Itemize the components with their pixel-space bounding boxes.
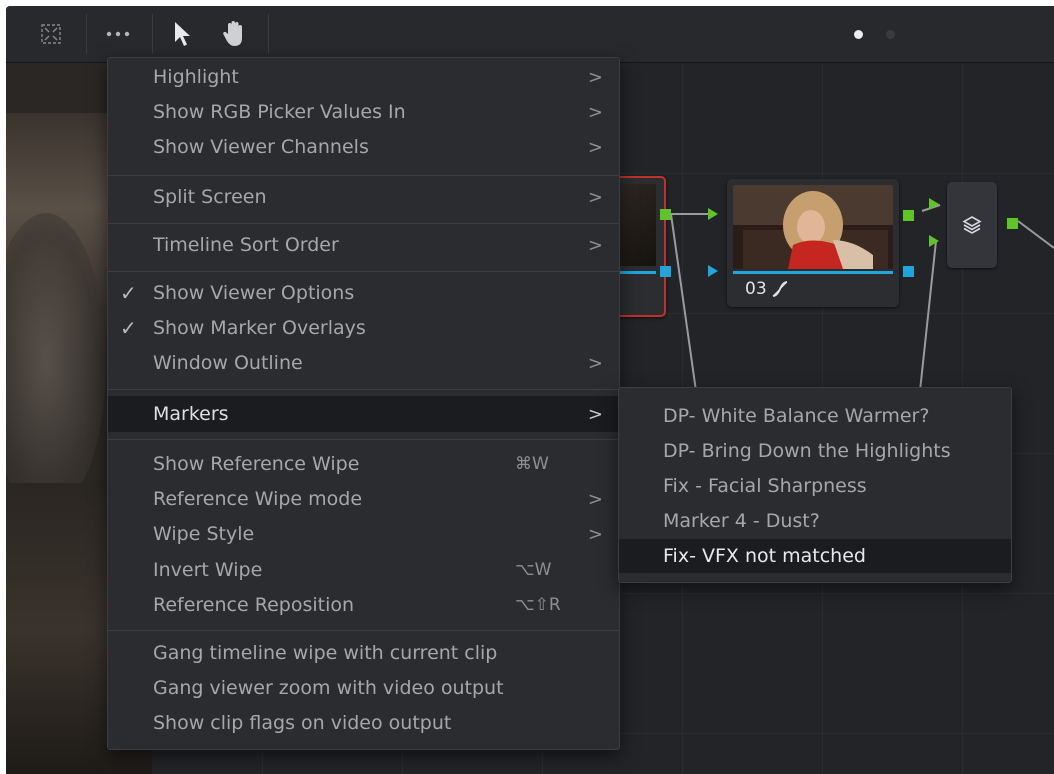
hand-icon[interactable] <box>216 14 252 54</box>
node-03-output-pin[interactable] <box>903 210 914 221</box>
menu-item-reference-reposition[interactable]: Reference Reposition ⌥⇧R <box>108 588 619 622</box>
menu-item-show-viewer-channels[interactable]: Show Viewer Channels > <box>108 130 619 164</box>
curves-icon <box>772 281 788 297</box>
menu-separator <box>108 223 619 224</box>
menu-item-reference-wipe-mode[interactable]: Reference Wipe mode > <box>108 482 619 516</box>
chevron-right-icon: > <box>587 66 603 88</box>
marker-item[interactable]: DP- Bring Down the Highlights <box>619 434 1011 468</box>
node-03-key-output-pin[interactable] <box>903 266 914 277</box>
toolbar-separator <box>152 14 153 54</box>
node-03-input-pin[interactable] <box>708 208 718 220</box>
menu-item-timeline-sort-order[interactable]: Timeline Sort Order > <box>108 228 619 262</box>
menu-item-gang-viewer-zoom[interactable]: Gang viewer zoom with video output <box>108 671 619 705</box>
chevron-right-icon: > <box>587 234 603 256</box>
menu-item-split-screen[interactable]: Split Screen > <box>108 180 619 214</box>
chevron-right-icon: > <box>587 352 603 374</box>
menu-item-show-rgb-picker-values[interactable]: Show RGB Picker Values In > <box>108 95 619 129</box>
checkmark-icon: ✓ <box>120 281 137 305</box>
page-indicator-dot[interactable] <box>886 30 895 39</box>
layers-icon <box>962 216 982 234</box>
node-editor-toolbar <box>6 6 1054 63</box>
viewer-options-menu: Highlight > Show RGB Picker Values In > … <box>107 57 620 750</box>
node-02-output-pin[interactable] <box>660 209 671 220</box>
more-options-icon[interactable] <box>94 14 142 54</box>
marker-item[interactable]: DP- White Balance Warmer? <box>619 399 1011 433</box>
menu-item-invert-wipe[interactable]: Invert Wipe ⌥W <box>108 553 619 587</box>
toolbar-separator <box>268 14 269 54</box>
marker-item[interactable]: Fix - Facial Sharpness <box>619 469 1011 503</box>
menu-item-wipe-style[interactable]: Wipe Style > <box>108 517 619 551</box>
node-03[interactable]: 03 <box>727 179 899 307</box>
menu-item-show-clip-flags[interactable]: Show clip flags on video output <box>108 706 619 740</box>
menu-separator <box>108 271 619 272</box>
menu-separator <box>108 175 619 176</box>
node-02-key-output-pin[interactable] <box>660 266 671 277</box>
menu-separator <box>108 389 619 390</box>
chevron-right-icon: > <box>587 101 603 123</box>
menu-item-gang-timeline-wipe[interactable]: Gang timeline wipe with current clip <box>108 636 619 670</box>
menu-separator <box>108 439 619 440</box>
pointer-icon[interactable] <box>166 14 198 54</box>
chevron-right-icon: > <box>587 488 603 510</box>
chevron-right-icon: > <box>587 403 603 425</box>
layer-mixer-input-2[interactable] <box>929 235 939 247</box>
marker-item-selected[interactable]: Fix- VFX not matched <box>619 539 1011 573</box>
checkmark-icon: ✓ <box>120 316 137 340</box>
menu-item-window-outline[interactable]: Window Outline > <box>108 346 619 380</box>
menu-item-show-viewer-options[interactable]: ✓ Show Viewer Options <box>108 276 619 310</box>
menu-item-show-reference-wipe[interactable]: Show Reference Wipe ⌘W <box>108 447 619 481</box>
layer-mixer-output-pin[interactable] <box>1007 218 1018 229</box>
node-03-label: 03 <box>745 279 767 299</box>
menu-item-show-marker-overlays[interactable]: ✓ Show Marker Overlays <box>108 311 619 345</box>
node-03-thumbnail <box>733 185 893 269</box>
menu-separator <box>108 630 619 631</box>
marker-item[interactable]: Marker 4 - Dust? <box>619 504 1011 538</box>
toolbar-separator <box>86 14 87 54</box>
node-03-key-input-pin[interactable] <box>708 265 718 277</box>
menu-item-highlight[interactable]: Highlight > <box>108 60 619 94</box>
menu-item-markers[interactable]: Markers > <box>108 396 619 432</box>
chevron-right-icon: > <box>587 186 603 208</box>
resolve-color-page: 03 Highlight > Show RGB Picker Values In… <box>6 6 1054 774</box>
page-indicator-dot-active[interactable] <box>854 30 863 39</box>
layer-mixer-input-1[interactable] <box>929 198 939 210</box>
markers-submenu: DP- White Balance Warmer? DP- Bring Down… <box>618 387 1012 583</box>
chevron-right-icon: > <box>587 136 603 158</box>
fit-screen-icon[interactable] <box>28 14 74 54</box>
layer-mixer-node[interactable] <box>947 182 997 268</box>
chevron-right-icon: > <box>587 523 603 545</box>
